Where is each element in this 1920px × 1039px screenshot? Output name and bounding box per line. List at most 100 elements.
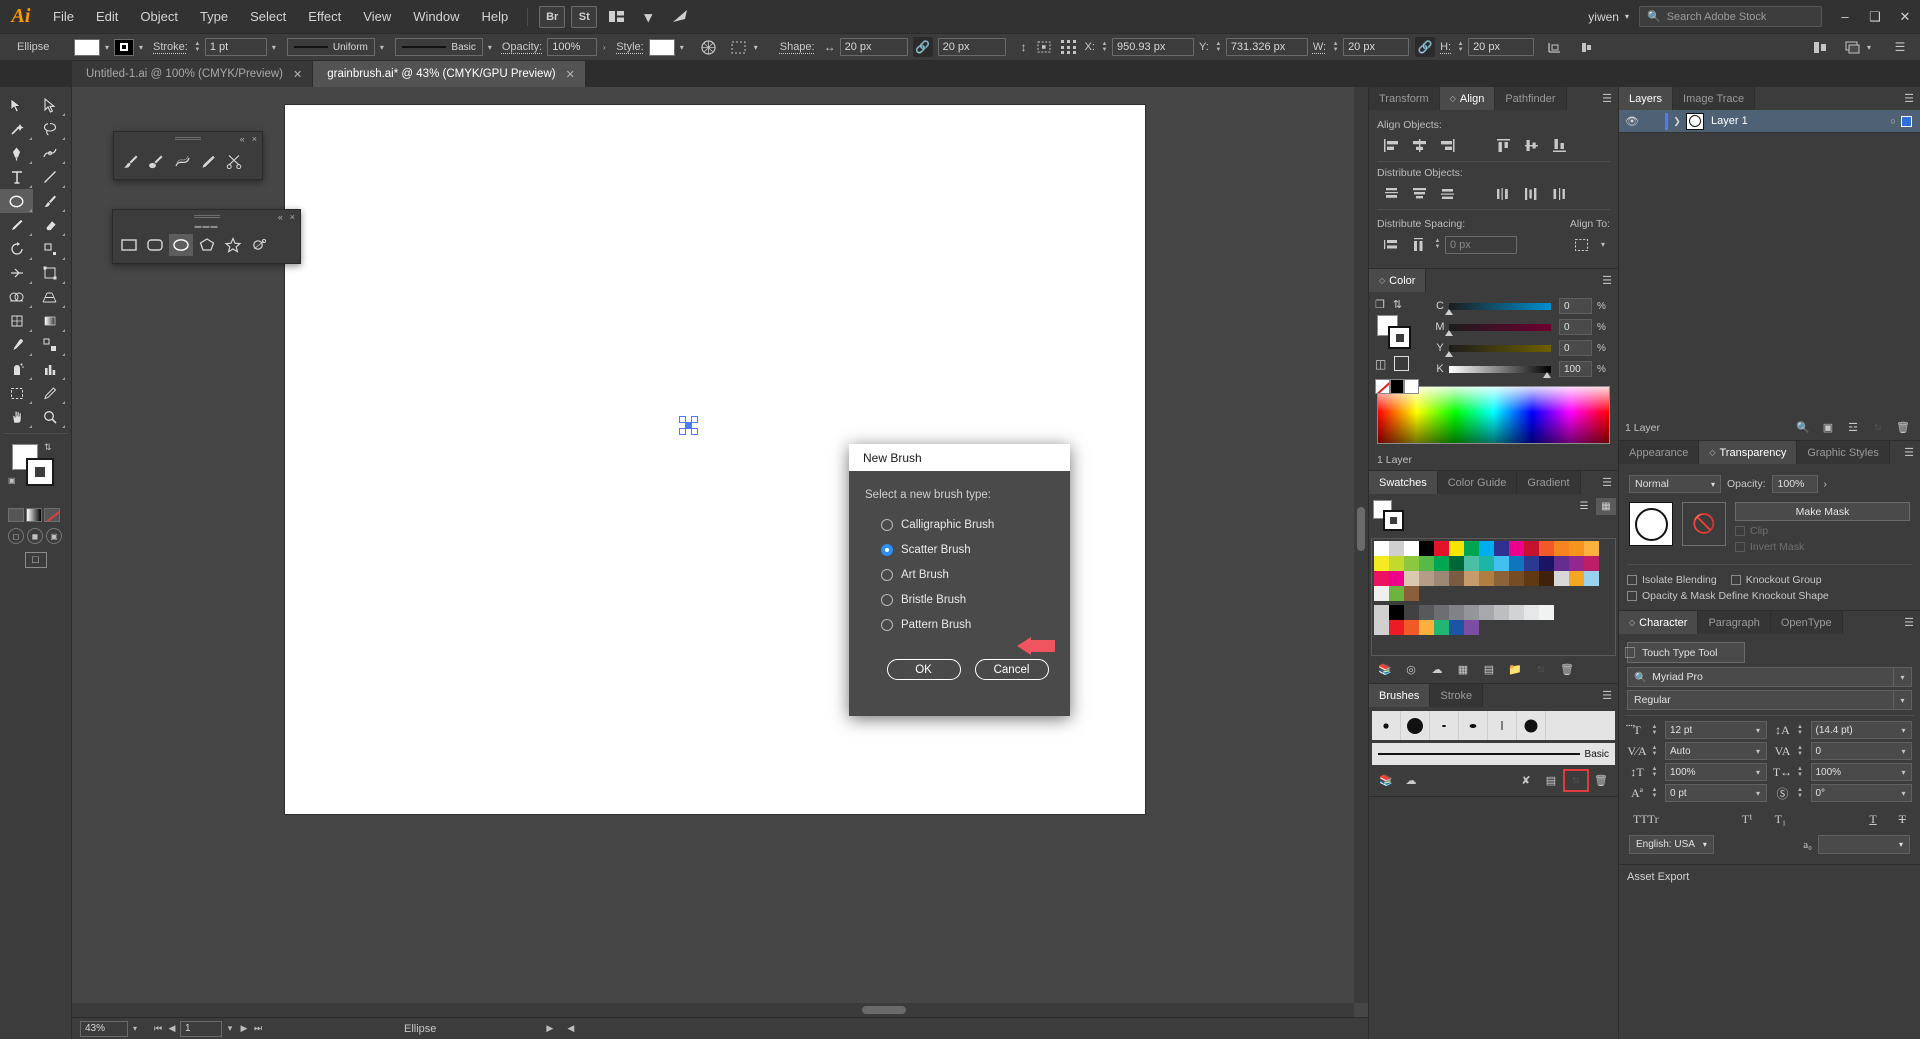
color-swatch[interactable] <box>1464 571 1479 586</box>
font-size-input[interactable]: 12 pt ▾ <box>1665 721 1767 739</box>
tab-pathfinder[interactable]: Pathfinder <box>1495 87 1567 110</box>
zoom-chevron-icon[interactable]: ▾ <box>128 1024 142 1033</box>
chevron-down-icon[interactable]: ▾ <box>1751 768 1766 777</box>
layer-name[interactable]: Layer 1 <box>1711 115 1748 127</box>
flyout-header[interactable]: « × <box>114 132 262 145</box>
opacity-more-icon[interactable]: › <box>1824 479 1827 490</box>
align-bottom-icon[interactable] <box>1545 135 1573 156</box>
column-graph-tool[interactable] <box>33 357 66 381</box>
w-stepper[interactable]: ▲ ▼ <box>1331 41 1340 53</box>
blend-mode-select[interactable]: Normal ▾ <box>1629 475 1721 493</box>
chevron-down-icon[interactable]: ▾ <box>1893 691 1911 709</box>
swatch-options-icon[interactable]: ▤ <box>1477 660 1501 679</box>
color-swatch[interactable] <box>1464 556 1479 571</box>
status-menu-icon[interactable]: ▶ <box>546 1023 553 1034</box>
maximize-button[interactable]: ❑ <box>1860 0 1890 34</box>
color-swatch[interactable] <box>1464 620 1479 635</box>
draw-inside-icon[interactable]: ▣ <box>46 528 62 544</box>
ellipse-tool-icon[interactable] <box>169 234 193 256</box>
stroke-weight-input[interactable]: 1 pt <box>204 38 267 56</box>
tab-gradient[interactable]: Gradient <box>1517 471 1581 494</box>
rotation-stepper[interactable]: ▲ ▼ <box>1796 787 1805 799</box>
color-swatch[interactable] <box>1494 541 1509 556</box>
swatch-stroke-indicator[interactable] <box>1383 510 1404 531</box>
collapse-icon[interactable]: « <box>278 212 283 222</box>
color-swatch[interactable] <box>1584 541 1599 556</box>
font-size-stepper[interactable]: ▲ ▼ <box>1650 724 1659 736</box>
chevron-down-icon[interactable]: ▾ <box>1751 747 1766 756</box>
color-swatch[interactable] <box>1539 541 1554 556</box>
vertical-scale-input[interactable]: 100% ▾ <box>1665 763 1767 781</box>
align-dock-icon[interactable] <box>1810 37 1830 57</box>
shaper-tool-icon[interactable] <box>170 150 194 172</box>
x-position-input[interactable]: 950.93 px <box>1112 38 1195 56</box>
opacity-input[interactable]: 100% <box>547 38 598 56</box>
tab-color[interactable]: ◇ Color <box>1369 269 1427 292</box>
artboard-number-input[interactable]: 1 <box>180 1020 222 1037</box>
flare-tool-icon[interactable] <box>247 234 271 256</box>
panel-menu-icon[interactable]: ☰ <box>1596 269 1618 292</box>
color-swatch[interactable] <box>1539 556 1554 571</box>
chevron-down-icon[interactable]: ▾ <box>1896 726 1911 735</box>
delete-brush-icon[interactable]: 🗑 <box>1590 771 1612 790</box>
color-swatch[interactable] <box>1389 571 1404 586</box>
color-swatch[interactable] <box>1554 556 1569 571</box>
radio-pattern-brush[interactable]: Pattern Brush <box>865 612 1070 637</box>
tab-color-guide[interactable]: Color Guide <box>1437 471 1518 494</box>
m-value-input[interactable]: 0 <box>1559 319 1592 335</box>
distribute-top-icon[interactable] <box>1377 183 1405 204</box>
delete-swatch-icon[interactable]: 🗑 <box>1555 660 1579 679</box>
superscript-icon[interactable]: T¹ <box>1742 812 1753 827</box>
close-button[interactable]: ✕ <box>1890 0 1920 34</box>
slice-tool[interactable] <box>33 381 66 405</box>
vertical-scroll-thumb[interactable] <box>1357 507 1365 551</box>
distribute-vertical-center-icon[interactable] <box>1405 183 1433 204</box>
color-swatch[interactable] <box>1524 556 1539 571</box>
align-top-icon[interactable] <box>1489 135 1517 156</box>
brush-speck-tiny[interactable] <box>1430 711 1459 740</box>
width-input[interactable]: 20 px <box>1343 38 1410 56</box>
leading-input[interactable]: (14.4 pt) ▾ <box>1810 721 1912 739</box>
asset-export-panel-header[interactable]: Asset Export <box>1619 865 1920 889</box>
knockout-group-checkbox[interactable] <box>1730 575 1741 585</box>
color-swatch[interactable] <box>1524 571 1539 586</box>
polygon-tool-icon[interactable] <box>195 234 219 256</box>
brush-tools-flyout[interactable]: « × <box>113 131 263 180</box>
current-color-swatch[interactable] <box>1394 356 1410 371</box>
color-swatch[interactable] <box>1524 541 1539 556</box>
stroke-indicator[interactable] <box>1388 326 1411 349</box>
artwork-thumbnail[interactable] <box>1629 502 1673 546</box>
vertical-scrollbar[interactable] <box>1354 87 1368 1003</box>
underline-icon[interactable]: T <box>1869 812 1876 827</box>
invert-mask-checkbox-row[interactable]: Invert Mask <box>1735 541 1910 553</box>
shape-width-input[interactable]: 20 px <box>839 38 908 56</box>
y-value-input[interactable]: 0 <box>1559 340 1592 356</box>
color-swatch[interactable] <box>1479 541 1494 556</box>
fill-color-swatch[interactable] <box>74 38 100 56</box>
subscript-icon[interactable]: T₁ <box>1775 812 1787 827</box>
menu-edit[interactable]: Edit <box>85 0 129 34</box>
brush-dot-round[interactable] <box>1517 711 1546 740</box>
y-slider-thumb[interactable] <box>1445 350 1453 357</box>
leading-stepper[interactable]: ▲ ▼ <box>1796 724 1805 736</box>
none-button[interactable] <box>44 508 60 522</box>
document-tab-untitled[interactable]: Untitled-1.ai @ 100% (CMYK/Preview) ✕ <box>72 61 314 87</box>
height-input[interactable]: 20 px <box>1468 38 1535 56</box>
transform-reference-icon[interactable] <box>1060 37 1080 57</box>
color-swatch[interactable] <box>1509 571 1524 586</box>
grid-view-icon[interactable]: ▦ <box>1596 498 1616 515</box>
brush-options-icon[interactable]: ▤ <box>1540 771 1562 790</box>
arrange-dock-icon[interactable] <box>1842 37 1862 57</box>
color-swatch[interactable] <box>1404 541 1419 556</box>
selected-ellipse-object[interactable] <box>679 416 698 435</box>
k-slider-track[interactable] <box>1449 365 1551 378</box>
remove-brush-stroke-icon[interactable]: ✘ <box>1515 771 1537 790</box>
tab-layers[interactable]: Layers <box>1619 87 1674 110</box>
new-brush-dialog[interactable]: New Brush Select a new brush type: Calli… <box>849 444 1070 716</box>
document-tab-grainbrush[interactable]: grainbrush.ai* @ 43% (CMYK/GPU Preview) … <box>313 61 586 87</box>
color-swatch[interactable] <box>1374 541 1389 556</box>
flyout-header[interactable]: « × <box>113 210 300 223</box>
curvature-tool[interactable] <box>33 141 66 165</box>
vertical-scale-stepper[interactable]: ▲ ▼ <box>1650 766 1659 778</box>
align-right-icon[interactable] <box>1433 135 1461 156</box>
